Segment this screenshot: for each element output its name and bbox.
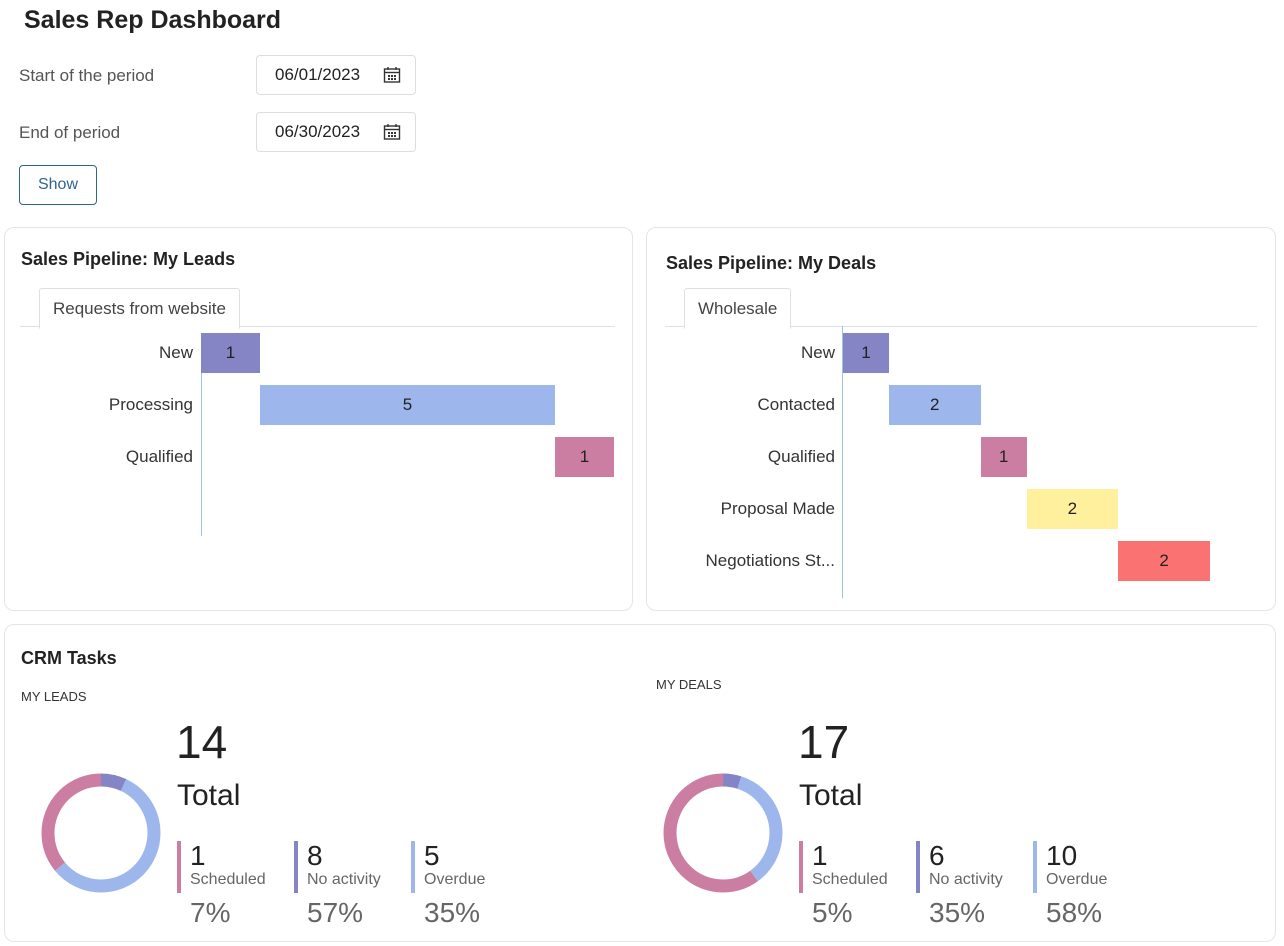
stat-label: Scheduled xyxy=(812,871,888,888)
stat-count: 1 xyxy=(190,840,206,871)
page-title: Sales Rep Dashboard xyxy=(24,6,282,34)
crm-tasks-title: CRM Tasks xyxy=(21,648,117,668)
leads-stage-label: Qualified xyxy=(125,447,193,466)
start-date-input[interactable]: 06/01/2023 xyxy=(256,55,416,95)
deals-pipeline-title: Sales Pipeline: My Deals xyxy=(666,253,877,273)
end-period-label: End of period xyxy=(19,123,121,142)
stat-percent: 58% xyxy=(1046,897,1103,928)
stat-percent: 7% xyxy=(190,897,231,928)
stat-label: Overdue xyxy=(1046,871,1108,888)
stat-count: 10 xyxy=(1046,840,1078,871)
deals-stage-bar[interactable]: 1 xyxy=(843,333,889,373)
deals-stage-label: Proposal Made xyxy=(720,499,835,518)
my-deals-label: MY DEALS xyxy=(656,677,722,692)
show-button[interactable]: Show xyxy=(19,165,97,205)
deals-donut-chart xyxy=(663,773,783,893)
deals-stage-label: Negotiations St... xyxy=(705,551,835,570)
leads-stage-bar[interactable]: 5 xyxy=(260,385,555,425)
deals-stage-bar[interactable]: 2 xyxy=(1118,541,1210,581)
stat-count: 5 xyxy=(424,840,440,871)
stat-percent: 57% xyxy=(307,897,364,928)
task-stat-overdue[interactable]: 5 Overdue xyxy=(411,841,521,893)
tab-wholesale[interactable]: Wholesale xyxy=(684,288,792,329)
deals-total-label: Total xyxy=(799,779,863,812)
tab-requests-from-website[interactable]: Requests from website xyxy=(39,288,240,329)
stat-label: No activity xyxy=(929,871,1003,888)
stat-percent: 5% xyxy=(812,897,853,928)
leads-donut-chart xyxy=(41,773,161,893)
leads-stage-bar[interactable]: 1 xyxy=(555,437,614,477)
leads-pipeline-title: Sales Pipeline: My Leads xyxy=(21,249,236,269)
deals-total-count: 17 xyxy=(798,716,850,768)
deals-stage-label: New xyxy=(800,343,835,362)
start-date-value: 06/01/2023 xyxy=(275,65,361,84)
end-date-value: 06/30/2023 xyxy=(275,122,361,141)
task-stat-overdue[interactable]: 10 Overdue xyxy=(1033,841,1143,893)
leads-total-label: Total xyxy=(177,779,241,812)
deals-pipeline-card: Sales Pipeline: My Deals Wholesale New 1 C… xyxy=(646,227,1276,611)
leads-stage-label: Processing xyxy=(108,395,193,414)
deals-stage-label: Contacted xyxy=(757,395,836,414)
calendar-icon[interactable] xyxy=(383,123,401,141)
stat-count: 8 xyxy=(307,840,323,871)
task-stat-scheduled[interactable]: 1 Scheduled xyxy=(799,841,909,893)
my-leads-label: MY LEADS xyxy=(21,689,87,704)
task-stat-scheduled[interactable]: 1 Scheduled xyxy=(177,841,287,893)
task-stat-no-activity[interactable]: 6 No activity xyxy=(916,841,1026,893)
stat-label: Scheduled xyxy=(190,871,266,888)
task-stat-no-activity[interactable]: 8 No activity xyxy=(294,841,404,893)
leads-total-count: 14 xyxy=(176,716,228,768)
end-date-input[interactable]: 06/30/2023 xyxy=(256,112,416,152)
stat-count: 6 xyxy=(929,840,945,871)
stat-label: Overdue xyxy=(424,871,486,888)
deals-stage-label: Qualified xyxy=(767,447,835,466)
leads-pipeline-card: Sales Pipeline: My Leads Requests from w… xyxy=(4,227,633,611)
leads-stage-label: New xyxy=(158,343,193,362)
stat-percent: 35% xyxy=(424,897,481,928)
start-period-label: Start of the period xyxy=(19,66,155,85)
deals-stage-bar[interactable]: 2 xyxy=(888,385,981,425)
stat-count: 1 xyxy=(812,840,828,871)
deals-stage-bar[interactable]: 2 xyxy=(1026,489,1119,529)
leads-stage-bar[interactable]: 1 xyxy=(201,333,260,373)
stat-percent: 35% xyxy=(929,897,986,928)
crm-tasks-card: CRM Tasks MY LEADS 14 Total 1 Scheduled 7%… xyxy=(4,624,1276,942)
calendar-icon[interactable] xyxy=(383,66,401,84)
stat-label: No activity xyxy=(307,871,381,888)
deals-stage-bar[interactable]: 1 xyxy=(980,437,1027,477)
